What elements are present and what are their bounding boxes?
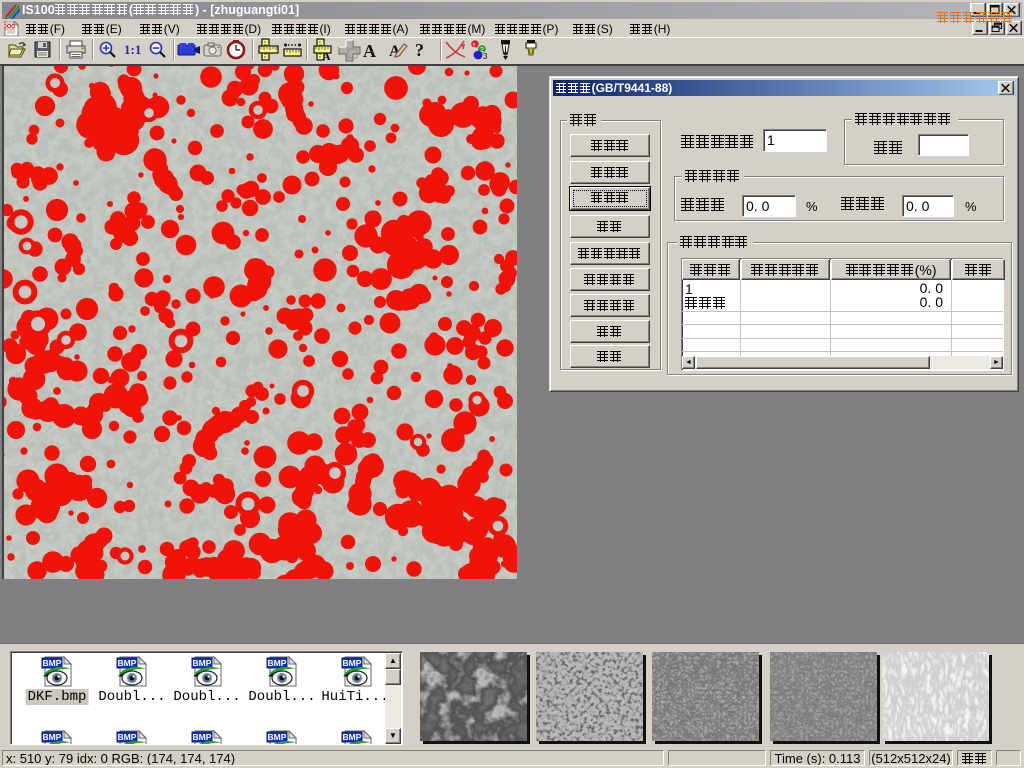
svg-text:BMP: BMP	[343, 658, 362, 668]
svg-text:BMP: BMP	[43, 658, 62, 668]
svg-text:A: A	[363, 41, 376, 61]
svg-text:1: 1	[472, 43, 476, 50]
svg-text:BMP: BMP	[193, 732, 212, 742]
svg-text:A: A	[322, 49, 331, 63]
svg-text:BMP: BMP	[118, 658, 137, 668]
svg-text:BMP: BMP	[343, 732, 362, 742]
svg-text:?: ?	[415, 40, 424, 60]
svg-text:BMP: BMP	[268, 658, 287, 668]
svg-text:DOC: DOC	[4, 24, 15, 30]
svg-text:3: 3	[483, 52, 488, 61]
svg-text:BMP: BMP	[268, 732, 287, 742]
svg-text:1:1: 1:1	[124, 42, 141, 57]
svg-text:BMP: BMP	[193, 658, 212, 668]
svg-text:BMP: BMP	[43, 732, 62, 742]
svg-text:BMP: BMP	[118, 732, 137, 742]
